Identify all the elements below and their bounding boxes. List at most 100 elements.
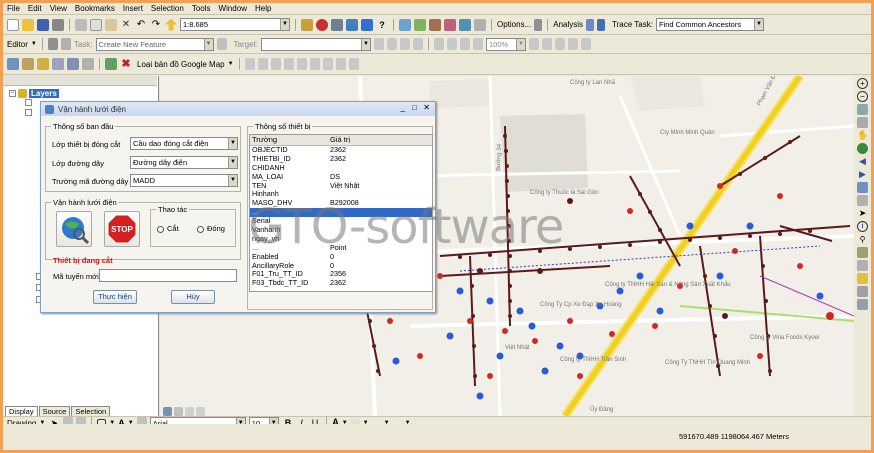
identify-icon[interactable]: i (857, 221, 868, 232)
select-elements-icon[interactable]: ➤ (857, 208, 868, 219)
table-row[interactable]: AncillaryRole 0 (250, 262, 432, 271)
trace-task-combo[interactable]: Find Common Ancestors ▼ (655, 18, 764, 31)
fixed-zoom-in-icon[interactable] (529, 38, 539, 50)
menu-selection[interactable]: Selection (151, 4, 184, 13)
edit-icon[interactable] (67, 58, 79, 70)
table-row[interactable]: THIETBI_ID 2362 (250, 155, 432, 164)
whats-this-icon[interactable]: ? (376, 19, 388, 31)
edit-tool-icon[interactable] (47, 38, 58, 50)
zoom-in-icon[interactable]: + (857, 78, 868, 89)
target-combo[interactable]: ▼ (261, 37, 371, 51)
hyperlink-icon[interactable] (322, 58, 333, 70)
refresh-icon[interactable] (105, 58, 117, 70)
analysis-menu[interactable]: Analysis (553, 20, 583, 29)
rotate-tool-icon[interactable] (387, 38, 397, 50)
table-row[interactable]: Serial (250, 217, 432, 226)
expand-icon[interactable] (25, 109, 32, 116)
table-row[interactable]: F01_Tru_TT_ID 2356 (250, 270, 432, 279)
chevron-down-icon[interactable]: ▼ (228, 61, 234, 67)
switch-layer-select[interactable]: Cầu dao đóng cắt điện ▼ (130, 137, 238, 150)
close-icon[interactable]: ✖ (120, 58, 132, 70)
sketch-icon[interactable] (216, 38, 227, 50)
zoom-out-icon[interactable]: − (857, 91, 868, 102)
table-row[interactable]: Vanhanh (250, 226, 432, 235)
radio-cut[interactable] (157, 226, 164, 233)
menu-bookmarks[interactable]: Bookmarks (75, 4, 115, 13)
layers-label[interactable]: Layers (29, 89, 59, 98)
stop-button[interactable]: STOP (104, 211, 140, 247)
redo-icon[interactable]: ↷ (150, 19, 162, 31)
hyperlink-icon[interactable] (857, 273, 868, 284)
print-icon[interactable] (52, 18, 64, 31)
copy-icon[interactable] (90, 18, 102, 31)
html-popup-icon[interactable] (335, 58, 346, 70)
run-operation-button[interactable] (56, 211, 92, 247)
trace-solve-icon[interactable] (597, 18, 606, 31)
zoom-region-icon[interactable] (257, 58, 268, 70)
barrier-icon[interactable] (459, 18, 471, 31)
editor-toolbar-icon[interactable] (301, 18, 313, 31)
new-document-icon[interactable] (7, 18, 19, 31)
time-slider-icon[interactable] (348, 58, 359, 70)
zoom-combo[interactable]: 100% ▼ (486, 37, 526, 51)
analysis-icon[interactable] (586, 18, 595, 31)
full-extent-icon[interactable] (857, 143, 868, 154)
table-row[interactable]: MASO_DHV B292008 (250, 199, 432, 208)
dialog-titlebar[interactable]: Vận hành lưới điện _ □ ✕ (41, 102, 435, 116)
time-slider-icon[interactable] (857, 299, 868, 310)
options-dropdown-icon[interactable] (534, 18, 543, 31)
task-combo[interactable]: Create New Feature ▼ (95, 37, 214, 51)
menu-help[interactable]: Help (255, 4, 271, 13)
table-row[interactable]: TEN Việt Nhật (250, 182, 432, 191)
find-binoculars-icon[interactable]: ⚲ (857, 234, 868, 245)
pause-drawing-icon[interactable] (196, 407, 205, 416)
attributes-icon[interactable] (400, 38, 410, 50)
close-icon[interactable]: ✕ (423, 103, 430, 112)
find-icon[interactable] (309, 58, 320, 70)
menu-tools[interactable]: Tools (192, 4, 211, 13)
georef-icon[interactable] (434, 38, 444, 50)
trash-icon[interactable] (82, 58, 94, 70)
georef-rotate-icon[interactable] (447, 38, 457, 50)
pan-page-icon[interactable] (555, 38, 565, 50)
measure-icon[interactable] (296, 58, 307, 70)
georef-link-icon[interactable] (473, 38, 483, 50)
expand-icon[interactable] (25, 99, 32, 106)
layout-extra-icon[interactable] (581, 38, 591, 50)
save-icon[interactable] (37, 18, 49, 31)
measure-icon[interactable] (857, 260, 868, 271)
delete-icon[interactable]: ✕ (120, 19, 132, 31)
data-view-icon[interactable] (163, 407, 172, 416)
editor-menu[interactable]: Editor (7, 40, 28, 49)
clear-selection-icon[interactable] (857, 195, 868, 206)
tool-icon[interactable] (52, 58, 64, 70)
line-layer-select[interactable]: Đường dây điện ▼ (130, 156, 238, 169)
menu-edit[interactable]: Edit (28, 4, 42, 13)
table-row[interactable]: F03_Tbdc_TT_ID 2362 (250, 279, 432, 288)
georef-shift-icon[interactable] (460, 38, 470, 50)
table-row[interactable]: ... Point (250, 244, 432, 253)
add-data-icon[interactable] (165, 18, 177, 31)
table-row[interactable]: MA_LOAI DS (250, 173, 432, 182)
pan-icon[interactable] (244, 58, 255, 70)
undo-icon[interactable]: ↶ (135, 19, 147, 31)
back-arrow-icon[interactable]: ◀ (857, 156, 868, 167)
table-row[interactable]: Hinhanh (250, 190, 432, 199)
cancel-button[interactable]: Hủy (171, 290, 215, 304)
select-features-icon[interactable] (270, 58, 281, 70)
trace-icon[interactable] (429, 18, 441, 31)
catalog-icon[interactable] (331, 18, 343, 31)
python-icon[interactable] (346, 18, 358, 31)
radio-close[interactable] (197, 226, 204, 233)
table-row[interactable]: Enabled 0 (250, 253, 432, 262)
layer-tool-icon[interactable] (7, 58, 19, 70)
execute-button[interactable]: Thực hiện (93, 290, 137, 304)
layers-node[interactable]: − Layers (9, 89, 59, 98)
cut-icon[interactable] (75, 18, 87, 31)
table-row[interactable]: OBJECTID 2362 (250, 146, 432, 155)
table-row[interactable]: ngay_vh (250, 235, 432, 244)
new-route-input[interactable] (99, 269, 237, 282)
map-tool-icon[interactable] (22, 58, 34, 70)
table-row[interactable]: CHIDANH (250, 164, 432, 173)
refresh-view-icon[interactable] (185, 407, 194, 416)
